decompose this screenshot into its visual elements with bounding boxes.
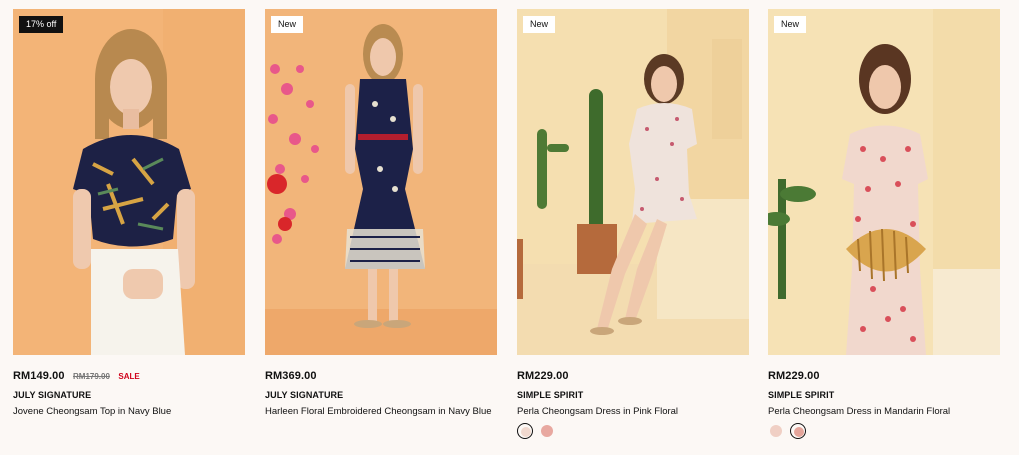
brand-link[interactable]: SIMPLE SPIRIT [517, 390, 583, 400]
new-badge: New [271, 16, 304, 33]
brand-link[interactable]: JULY SIGNATURE [13, 390, 91, 400]
product-name-link[interactable]: Harleen Floral Embroidered Cheongsam in … [265, 406, 492, 417]
sale-label: SALE [118, 372, 140, 381]
product-image[interactable]: New [517, 9, 749, 355]
current-price: RM229.00 [768, 370, 820, 382]
price-row: RM229.00 [517, 366, 569, 382]
product-photo-mandarin-floral-dress [768, 9, 1000, 355]
product-photo-navy-top [13, 9, 245, 355]
brand-link[interactable]: JULY SIGNATURE [265, 390, 343, 400]
new-badge: New [774, 16, 807, 33]
new-badge: New [523, 16, 556, 33]
product-photo-navy-dress [265, 9, 497, 355]
discount-badge: 17% off [19, 16, 64, 33]
product-grid: 17% off RM149.00 RM179.00 SALE JULY SIGN… [13, 9, 1000, 449]
original-price: RM179.00 [73, 372, 110, 381]
color-swatch-pink-floral[interactable] [768, 423, 784, 439]
product-image[interactable]: New [265, 9, 497, 355]
product-card[interactable]: New RM229.00 SIMPLE SPIRIT Perla Cheongs… [768, 9, 1000, 449]
color-swatch-mandarin-floral[interactable] [539, 423, 555, 439]
product-card[interactable]: 17% off RM149.00 RM179.00 SALE JULY SIGN… [13, 9, 245, 449]
product-name-link[interactable]: Perla Cheongsam Dress in Pink Floral [517, 406, 678, 417]
color-swatch-mandarin-floral[interactable] [790, 423, 806, 439]
brand-link[interactable]: SIMPLE SPIRIT [768, 390, 834, 400]
current-price: RM149.00 [13, 370, 65, 382]
product-image[interactable]: 17% off [13, 9, 245, 355]
product-name-link[interactable]: Perla Cheongsam Dress in Mandarin Floral [768, 406, 950, 417]
current-price: RM369.00 [265, 370, 317, 382]
product-card[interactable]: New RM229.00 SIMPLE SPIRIT Perla Cheongs… [517, 9, 749, 449]
price-row: RM149.00 RM179.00 SALE [13, 366, 140, 382]
product-card[interactable]: New RM369.00 JULY SIGNATURE Harleen Flor… [265, 9, 497, 449]
product-name-link[interactable]: Jovene Cheongsam Top in Navy Blue [13, 406, 171, 417]
color-swatch-pink-floral[interactable] [517, 423, 533, 439]
current-price: RM229.00 [517, 370, 569, 382]
price-row: RM229.00 [768, 366, 820, 382]
price-row: RM369.00 [265, 366, 317, 382]
product-image[interactable]: New [768, 9, 1000, 355]
product-photo-pink-floral-dress [517, 9, 749, 355]
